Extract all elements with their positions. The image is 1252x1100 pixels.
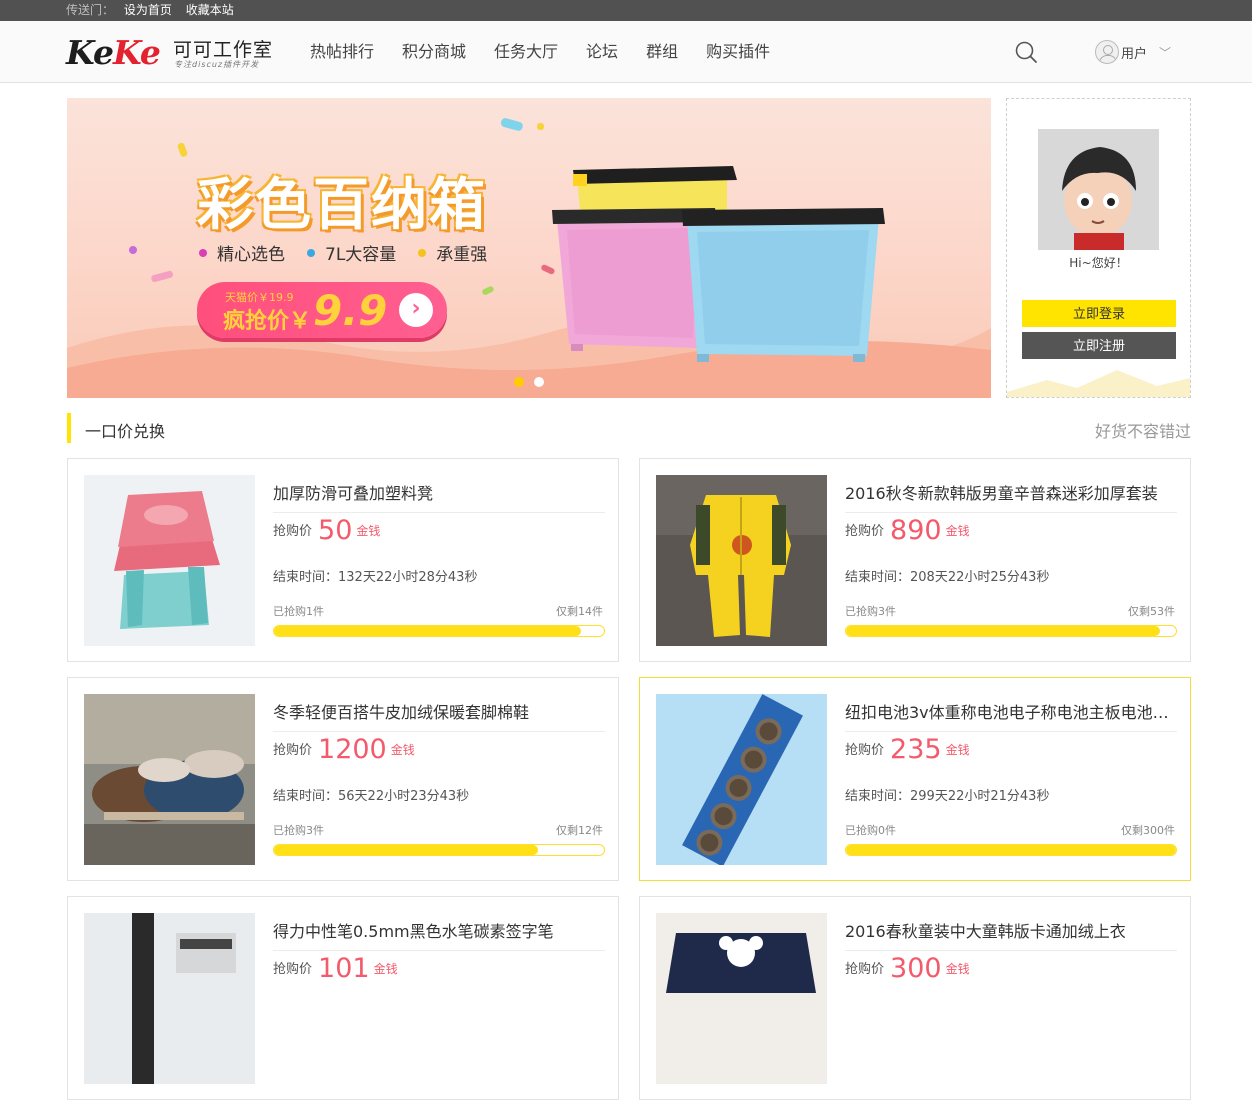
mountain-decoration [1007,370,1190,397]
user-label: 用户 [1121,46,1148,62]
product-progress-bar [845,625,1177,637]
nav-hot-posts[interactable]: 热帖排行 [310,21,374,83]
nav-task-hall[interactable]: 任务大厅 [494,21,558,83]
product-remaining: 仅剩14件 [556,605,603,618]
product-price: 抢购价 101 金钱 [273,953,398,984]
product-price: 抢购价 1200 金钱 [273,734,415,765]
section-title: 一口价兑换 [85,422,166,441]
bullet-dot-icon [307,248,315,257]
nav-groups[interactable]: 群组 [646,21,678,83]
product-progress-bar [273,844,605,856]
product-sold-count: 已抢购3件 [273,824,324,837]
bullet-dot-icon [199,248,207,257]
register-button[interactable]: 立即注册 [1022,332,1176,359]
default-avatar-image [1038,129,1159,250]
product-sold-count: 已抢购1件 [273,605,324,618]
product-remaining: 仅剩300件 [1121,824,1175,837]
greeting-text: Hi~您好！ [1069,256,1128,270]
product-card[interactable]: 纽扣电池3v体重称电池电子称电池主板电池2025 抢购价 235 金钱 结束时间：2… [639,677,1191,881]
product-remaining: 仅剩12件 [556,824,603,837]
product-image-stool [84,475,255,646]
product-card[interactable]: 2016秋冬新款韩版男童辛普森迷彩加厚套装 抢购价 890 金钱 结束时间：208天… [639,458,1191,662]
product-name: 加厚防滑可叠加塑料凳 [273,480,605,513]
chevron-right-icon[interactable]: › [399,293,433,327]
product-name: 冬季轻便百搭牛皮加绒保暖套脚棉鞋 [273,699,605,732]
product-end-time: 结束时间：208天22小时25分43秒 [845,570,1050,585]
user-avatar-icon [1095,40,1119,64]
site-header: KeKe 可可工作室 专注discuz插件开发 热帖排行 积分商城 任务大厅 论… [0,21,1252,83]
bookmark-site-link[interactable]: 收藏本站 [186,3,234,17]
product-image-kids-top [656,913,827,1084]
banner-pagination [514,377,554,387]
search-icon[interactable] [1014,40,1038,64]
product-end-time: 结束时间：132天22小时28分43秒 [273,570,478,585]
banner-feature: 精心选色 [199,240,285,265]
set-homepage-link[interactable]: 设为首页 [124,3,172,17]
progress-fill [274,845,538,855]
product-card[interactable]: 得力中性笔0.5mm黑色水笔碳素签字笔 抢购价 101 金钱 [67,896,619,1100]
product-image-pen [84,913,255,1084]
product-price: 抢购价 300 金钱 [845,953,970,984]
product-name: 得力中性笔0.5mm黑色水笔碳素签字笔 [273,918,605,951]
section-accent-bar [67,413,71,443]
product-sold-count: 已抢购3件 [845,605,896,618]
login-card: Hi~您好！ 立即登录 立即注册 [1006,98,1191,398]
chevron-down-icon: ﹀ [1159,45,1172,60]
portal-label: 传送门： [66,3,115,17]
banner-features: 精心选色 7L大容量 承重强 [199,240,509,265]
product-progress-bar [845,844,1177,856]
nav-forum[interactable]: 论坛 [586,21,618,83]
logo-cn-name: 可可工作室 [173,39,274,61]
product-price: 抢购价 235 金钱 [845,734,970,765]
progress-fill [846,626,1160,636]
section-more-link[interactable]: 好货不容错过 [1095,418,1191,442]
product-card[interactable]: 冬季轻便百搭牛皮加绒保暖套脚棉鞋 抢购价 1200 金钱 结束时间：56天22小时2… [67,677,619,881]
promo-banner[interactable]: 彩色百纳箱 精心选色 7L大容量 承重强 天猫价￥19.9 疯抢价￥ 9.9 › [67,98,991,398]
storage-boxes-image [552,166,885,362]
banner-price-pill[interactable]: 天猫价￥19.9 疯抢价￥ 9.9 › [197,282,447,338]
logo-wordmark: KeKe [66,33,161,72]
login-button[interactable]: 立即登录 [1022,300,1176,327]
site-logo[interactable]: KeKe 可可工作室 专注discuz插件开发 [66,33,276,73]
logo-tagline: 专注discuz插件开发 [174,60,260,69]
product-image-coin-battery [656,694,827,865]
main-nav: 热帖排行 积分商城 任务大厅 论坛 群组 购买插件 [296,21,784,83]
nav-buy-plugins[interactable]: 购买插件 [706,21,770,83]
bullet-dot-icon [418,248,427,257]
product-image-kids-outfit [656,475,827,646]
top-strip: 传送门： 设为首页 收藏本站 [0,0,1252,21]
product-end-time: 结束时间：299天22小时21分43秒 [845,789,1050,804]
crazy-price-label: 疯抢价￥ [223,309,312,334]
banner-feature: 承重强 [418,240,487,265]
product-name: 纽扣电池3v体重称电池电子称电池主板电池2025 [845,699,1177,732]
product-card[interactable]: 加厚防滑可叠加塑料凳 抢购价 50 金钱 结束时间：132天22小时28分43秒 已… [67,458,619,662]
product-price: 抢购价 50 金钱 [273,515,381,546]
banner-dot-1[interactable] [514,377,524,387]
product-card[interactable]: 2016春秋童装中大童韩版卡通加绒上衣 抢购价 300 金钱 [639,896,1191,1100]
section-header: 一口价兑换 好货不容错过 [67,413,1191,443]
banner-feature: 7L大容量 [307,240,396,265]
nav-points-mall[interactable]: 积分商城 [402,21,466,83]
product-sold-count: 已抢购0件 [845,824,896,837]
product-price: 抢购价 890 金钱 [845,515,970,546]
progress-fill [846,845,1176,855]
product-name: 2016春秋童装中大童韩版卡通加绒上衣 [845,918,1177,951]
banner-title: 彩色百纳箱 [197,173,487,238]
product-name: 2016秋冬新款韩版男童辛普森迷彩加厚套装 [845,480,1177,513]
product-remaining: 仅剩53件 [1128,605,1175,618]
user-menu[interactable]: 用户 ﹀ [1095,38,1171,66]
product-progress-bar [273,625,605,637]
banner-dot-2[interactable] [534,377,544,387]
progress-fill [274,626,581,636]
product-image-shoes [84,694,255,865]
product-end-time: 结束时间：56天22小时23分43秒 [273,789,470,804]
banner-price: 9.9 [313,286,388,335]
